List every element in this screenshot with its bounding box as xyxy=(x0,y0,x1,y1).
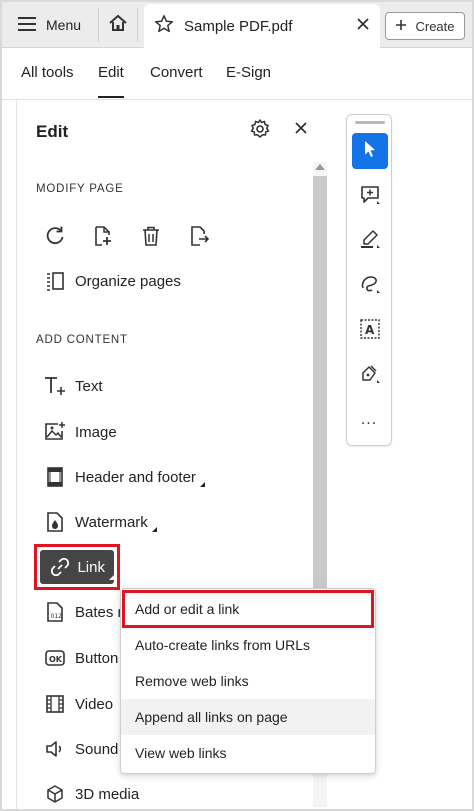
plus-icon xyxy=(395,19,407,34)
3d-media-label: 3D media xyxy=(75,785,140,803)
top-bar: Menu Sample PDF.pdf Create xyxy=(2,2,472,48)
button-item[interactable]: OK Button xyxy=(43,644,118,672)
submenu-indicator xyxy=(151,527,157,532)
link-highlight-box: Link xyxy=(34,544,120,590)
3d-media-item[interactable]: 3D media xyxy=(43,780,139,808)
sound-icon xyxy=(43,737,67,761)
scroll-up-arrow-icon[interactable] xyxy=(315,164,325,170)
app-window: Menu Sample PDF.pdf Create All tools Edi… xyxy=(2,2,472,809)
extract-page-icon[interactable] xyxy=(187,224,211,248)
image-icon xyxy=(43,420,67,444)
star-icon[interactable] xyxy=(154,14,174,39)
modify-page-icons xyxy=(43,224,211,248)
header-footer-item[interactable]: Header and footer xyxy=(43,463,205,491)
add-comment-button[interactable] xyxy=(352,179,388,215)
submenu-indicator xyxy=(199,482,205,487)
highlight-button[interactable] xyxy=(352,223,388,259)
sound-item[interactable]: Sound xyxy=(43,735,118,763)
home-icon xyxy=(108,13,128,38)
submenu-indicator xyxy=(109,575,114,580)
draw-icon xyxy=(359,273,381,300)
tab-all-tools[interactable]: All tools xyxy=(21,64,74,81)
tab-e-sign[interactable]: E-Sign xyxy=(226,64,271,81)
document-title: Sample PDF.pdf xyxy=(184,17,293,35)
sign-icon xyxy=(359,363,381,390)
add-text-item[interactable]: Text xyxy=(43,372,103,400)
watermark-label: Watermark xyxy=(75,513,148,531)
svg-text:012: 012 xyxy=(51,613,63,620)
view-web-links-item[interactable]: View web links xyxy=(121,735,375,771)
select-cursor-icon xyxy=(361,139,379,164)
menu-button[interactable]: Menu xyxy=(8,8,91,42)
svg-text:A: A xyxy=(365,323,375,337)
bates-numbering-item[interactable]: 012 Bates n xyxy=(43,598,126,626)
organize-pages-icon xyxy=(43,269,67,293)
text-icon xyxy=(43,374,67,398)
add-content-label: ADD CONTENT xyxy=(36,334,128,346)
close-panel-icon[interactable] xyxy=(295,118,307,139)
organize-pages-item[interactable]: Organize pages xyxy=(43,267,181,295)
button-label: Button xyxy=(75,649,119,667)
add-edit-link-highlight-box xyxy=(122,590,374,628)
header-footer-label: Header and footer xyxy=(75,468,196,486)
video-item[interactable]: Video xyxy=(43,690,113,718)
video-icon xyxy=(43,692,67,716)
delete-icon[interactable] xyxy=(139,224,163,248)
header-footer-icon xyxy=(43,465,67,489)
draw-button[interactable] xyxy=(352,268,388,304)
sound-label: Sound xyxy=(75,740,119,758)
tab-convert[interactable]: Convert xyxy=(150,64,203,81)
watermark-icon xyxy=(43,510,67,534)
video-label: Video xyxy=(75,695,114,713)
settings-gear-icon[interactable] xyxy=(249,118,273,142)
rotate-icon[interactable] xyxy=(43,224,67,248)
document-tab[interactable]: Sample PDF.pdf xyxy=(144,4,380,48)
3d-icon xyxy=(43,782,67,806)
create-label: Create xyxy=(415,18,455,34)
tab-edit[interactable]: Edit xyxy=(98,64,124,98)
text-label: Text xyxy=(75,377,103,395)
nav-tabs: All tools Edit Convert E-Sign xyxy=(2,48,472,100)
text-box-button[interactable]: A xyxy=(352,313,388,349)
append-links-item[interactable]: Append all links on page xyxy=(121,699,375,735)
hamburger-icon xyxy=(18,16,36,34)
text-box-icon: A xyxy=(359,318,381,345)
menu-label: Menu xyxy=(46,17,82,33)
bates-icon: 012 xyxy=(43,600,67,624)
button-icon: OK xyxy=(43,646,67,670)
add-comment-icon xyxy=(359,184,381,211)
remove-web-links-item[interactable]: Remove web links xyxy=(121,663,375,699)
watermark-item[interactable]: Watermark xyxy=(43,508,157,536)
more-tools-icon[interactable]: ... xyxy=(347,411,391,429)
organize-pages-label: Organize pages xyxy=(75,272,181,290)
bates-label: Bates n xyxy=(75,603,126,621)
link-label: Link xyxy=(77,558,105,576)
home-button[interactable] xyxy=(98,8,138,42)
link-icon xyxy=(48,555,71,579)
image-label: Image xyxy=(75,423,117,441)
link-item[interactable]: Link xyxy=(40,550,114,584)
close-tab-icon[interactable] xyxy=(356,17,370,36)
create-button[interactable]: Create xyxy=(385,12,465,40)
select-tool-button[interactable] xyxy=(352,133,388,169)
svg-text:OK: OK xyxy=(49,655,63,664)
sign-button[interactable] xyxy=(352,358,388,394)
insert-page-icon[interactable] xyxy=(91,224,115,248)
quick-tools-toolbar: A ... xyxy=(346,114,392,446)
toolbar-grip[interactable] xyxy=(355,121,385,124)
highlight-icon xyxy=(359,228,381,255)
modify-page-label: MODIFY PAGE xyxy=(36,183,124,195)
add-image-item[interactable]: Image xyxy=(43,418,117,446)
auto-create-links-item[interactable]: Auto-create links from URLs xyxy=(121,627,375,663)
panel-title: Edit xyxy=(36,122,69,141)
